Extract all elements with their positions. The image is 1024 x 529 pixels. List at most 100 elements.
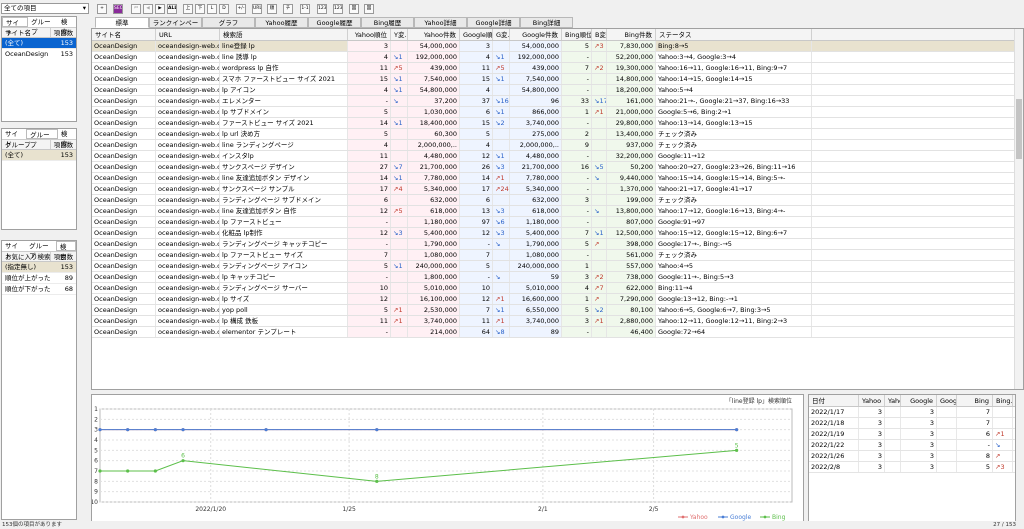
- table-row[interactable]: OceanDesign oceandesign-web.c ランディングページ サブ…: [92, 195, 1023, 206]
- table-row[interactable]: OceanDesign oceandesign-web.c サンクスページ デザイン…: [92, 162, 1023, 173]
- tab-yahoo-history[interactable]: Yahoo履歴: [255, 17, 308, 28]
- history-row[interactable]: 2022/1/22 3 3- ↘: [809, 440, 1015, 451]
- tab-standard[interactable]: 標準: [95, 17, 149, 28]
- col-group[interactable]: グループ: [2, 140, 51, 149]
- col-bing-count[interactable]: Bing件数: [607, 29, 656, 40]
- tab-bing-history[interactable]: Bing履歴: [361, 17, 414, 28]
- up-button[interactable]: 上: [183, 4, 193, 14]
- tab-google-detail[interactable]: Google詳細: [467, 17, 520, 28]
- table-row[interactable]: OceanDesign oceandesign-web.c lp url 決め方 5 6…: [92, 129, 1023, 140]
- table-row[interactable]: OceanDesign oceandesign-web.c lp アイコン 4 ↘1 54…: [92, 85, 1023, 96]
- col-site-name[interactable]: サイト名: [2, 28, 51, 37]
- tab-google-history[interactable]: Google履歴: [308, 17, 361, 28]
- list-item[interactable]: (指定無し) 153: [2, 262, 76, 273]
- down-button[interactable]: 下: [195, 4, 205, 14]
- rank-button[interactable]: 順位: [267, 4, 277, 14]
- table-row[interactable]: OceanDesign oceandesign-web.c lp キャッチコピー -1…: [92, 272, 1023, 283]
- tab-site[interactable]: サイト: [2, 129, 26, 148]
- scrollbar[interactable]: [1014, 29, 1023, 389]
- col1-button[interactable]: 123: [317, 4, 327, 14]
- list-item[interactable]: 順位が下がった 68: [2, 284, 76, 295]
- col-count[interactable]: 項目数: [51, 28, 76, 37]
- list-item[interactable]: (全て) 153: [2, 150, 76, 161]
- table-row[interactable]: OceanDesign oceandesign-web.c ファーストビュー サイズ…: [92, 118, 1023, 129]
- tab-search[interactable]: 検索: [58, 129, 76, 148]
- col-keyword[interactable]: 検索語: [220, 29, 348, 40]
- table-row[interactable]: OceanDesign oceandesign-web.c 化粧品 lp制作 12 ↘3…: [92, 228, 1023, 239]
- tab-search[interactable]: 検索: [55, 241, 76, 261]
- col-bing-rank[interactable]: Bing順位: [562, 29, 592, 40]
- tab-search[interactable]: 検索: [58, 17, 76, 36]
- history-row[interactable]: 2022/1/17 3 3 7: [809, 407, 1015, 418]
- col-count[interactable]: 項目数: [51, 252, 76, 261]
- col-google-change[interactable]: G変..: [493, 29, 510, 40]
- tab-group[interactable]: グループ: [26, 129, 58, 149]
- history-row[interactable]: 2022/2/8 3 3 5 ↗3: [809, 462, 1015, 473]
- next-icon[interactable]: ▶: [155, 4, 165, 14]
- all-button[interactable]: ALL: [167, 4, 177, 14]
- col-bing-change[interactable]: Bing..: [993, 395, 1013, 406]
- table-row[interactable]: OceanDesign oceandesign-web.c line 誘導 lp 4 ↘…: [92, 52, 1023, 63]
- col-favorite[interactable]: お気に入り検索: [2, 252, 51, 261]
- col-date[interactable]: 日付: [809, 395, 859, 406]
- diff-button[interactable]: +/-: [236, 4, 246, 14]
- col2-button[interactable]: 123: [333, 4, 343, 14]
- col-status[interactable]: ステータス: [656, 29, 812, 40]
- tab-group[interactable]: グループ: [28, 17, 58, 36]
- table-row[interactable]: OceanDesign oceandesign-web.c ランディングページ アイ…: [92, 261, 1023, 272]
- history-row[interactable]: 2022/1/26 3 3 8 ↗: [809, 451, 1015, 462]
- url-button[interactable]: URL: [252, 4, 262, 14]
- tab-site[interactable]: サイト: [2, 241, 26, 260]
- history-row[interactable]: 2022/1/18 3 3 7: [809, 418, 1015, 429]
- col-bing[interactable]: Bing: [957, 395, 993, 406]
- table-row[interactable]: OceanDesign oceandesign-web.c line登録 lp 3 54…: [92, 41, 1023, 52]
- table-row[interactable]: OceanDesign oceandesign-web.c ランディングページ サー…: [92, 283, 1023, 294]
- col-google-change[interactable]: Goog..: [937, 395, 957, 406]
- table-row[interactable]: OceanDesign oceandesign-web.c lp ファーストビュー -…: [92, 217, 1023, 228]
- table-row[interactable]: OceanDesign oceandesign-web.c line ランディングペ…: [92, 140, 1023, 151]
- col-google-rank[interactable]: Google順位: [460, 29, 493, 40]
- check-button[interactable]: チェック: [283, 4, 293, 14]
- table-row[interactable]: OceanDesign oceandesign-web.c wordpress lp…: [92, 63, 1023, 74]
- d-button[interactable]: D: [219, 4, 229, 14]
- col-site-name[interactable]: サイト名: [92, 29, 156, 40]
- table-row[interactable]: OceanDesign oceandesign-web.c yop poll 5 ↗1 2…: [92, 305, 1023, 316]
- table-row[interactable]: OceanDesign oceandesign-web.c lp ファーストビュー …: [92, 250, 1023, 261]
- tab-graph[interactable]: グラフ: [202, 17, 255, 28]
- list-item[interactable]: (全て) 153: [2, 38, 76, 49]
- history-row[interactable]: 2022/1/19 3 3 6 ↗1: [809, 429, 1015, 440]
- table-row[interactable]: OceanDesign oceandesign-web.c line 友達追加ボタン…: [92, 173, 1023, 184]
- table-row[interactable]: OceanDesign oceandesign-web.c エレメンター - ↘ 37,2…: [92, 96, 1023, 107]
- col-url[interactable]: URL: [156, 29, 220, 40]
- col-yahoo-change[interactable]: Yaho..: [885, 395, 901, 406]
- table-row[interactable]: OceanDesign oceandesign-web.c lp サイズ 12 16,1…: [92, 294, 1023, 305]
- table-row[interactable]: OceanDesign oceandesign-web.c ランディングページ キャ…: [92, 239, 1023, 250]
- col-count[interactable]: 項目数: [51, 140, 76, 149]
- scrollbar-thumb[interactable]: [1016, 99, 1022, 159]
- prev-icon[interactable]: ◀: [143, 4, 153, 14]
- table-row[interactable]: OceanDesign oceandesign-web.c line 友達追加ボタン…: [92, 206, 1023, 217]
- one-button[interactable]: 1-1: [300, 4, 310, 14]
- col-google[interactable]: Google: [901, 395, 937, 406]
- first-icon[interactable]: ⏮: [131, 4, 141, 14]
- col-yahoo-count[interactable]: Yahoo件数: [408, 29, 460, 40]
- tab-yahoo-detail[interactable]: Yahoo詳細: [414, 17, 467, 28]
- table-row[interactable]: OceanDesign oceandesign-web.c スマホ ファーストビュー…: [92, 74, 1023, 85]
- col-yahoo-rank[interactable]: Yahoo順位: [348, 29, 391, 40]
- list-item[interactable]: 順位が上がった 89: [2, 273, 76, 284]
- seo-icon[interactable]: SEO: [113, 4, 123, 14]
- tab-rankin-page[interactable]: ランクインページ: [149, 17, 202, 38]
- col-yahoo[interactable]: Yahoo: [859, 395, 885, 406]
- l-button[interactable]: L: [207, 4, 217, 14]
- table-row[interactable]: OceanDesign oceandesign-web.c インスタlp 11 4,48…: [92, 151, 1023, 162]
- col-yahoo-change[interactable]: Y変..: [391, 29, 408, 40]
- tab-bing-detail[interactable]: Bing詳細: [520, 17, 573, 28]
- col-google-count[interactable]: Google件数: [510, 29, 562, 40]
- table-row[interactable]: OceanDesign oceandesign-web.c lp 構成 鉄板 11 ↗1…: [92, 316, 1023, 327]
- graph2-button[interactable]: 図: [364, 4, 374, 14]
- table-row[interactable]: OceanDesign oceandesign-web.c elementor テン…: [92, 327, 1023, 338]
- list-item[interactable]: OceanDesign 153: [2, 49, 76, 60]
- table-row[interactable]: OceanDesign oceandesign-web.c lp サブドメイン 5 1,…: [92, 107, 1023, 118]
- tab-group[interactable]: グループ: [26, 241, 56, 260]
- graph1-button[interactable]: 図: [349, 4, 359, 14]
